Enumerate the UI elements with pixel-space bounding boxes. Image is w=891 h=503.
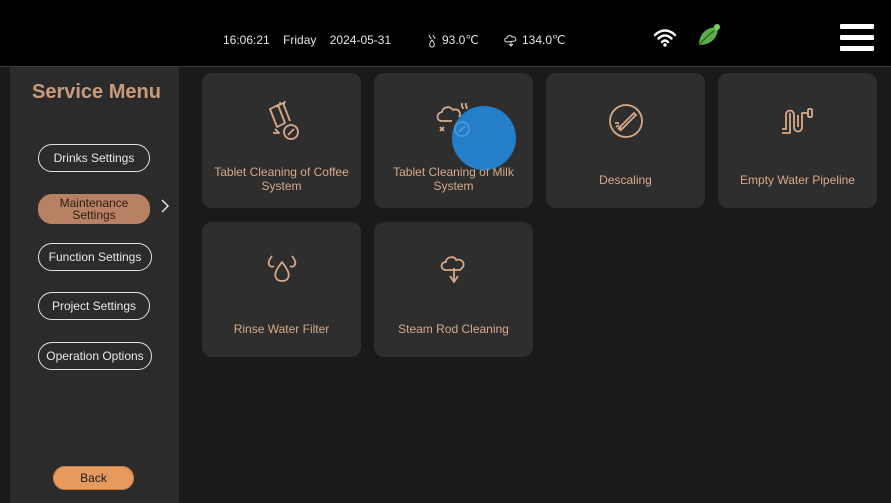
status-day: Friday: [283, 33, 317, 47]
tablet-cleaning-coffee-icon: [268, 100, 299, 140]
descaling-icon: [608, 104, 643, 138]
sidebar-item-label: Project Settings: [51, 299, 137, 313]
menu-bar-1: [840, 24, 874, 29]
status-temp-2: 134.0℃: [503, 30, 566, 50]
status-temp-1: 93.0℃: [425, 30, 479, 50]
pipeline-icon: [781, 108, 813, 134]
screen: 16:06:21 Friday 2024-05-31 93.0℃ 134.0℃: [0, 0, 891, 503]
touch-indicator: [452, 106, 516, 170]
tile-label: Tablet Cleaning of Milk System: [393, 165, 514, 193]
temp2-value: 134.0℃: [522, 33, 566, 47]
sidebar-item-maintenance-settings[interactable]: Maintenance Settings: [38, 194, 150, 224]
status-datetime: 16:06:21 Friday 2024-05-31: [223, 30, 391, 50]
menu-hamburger-icon[interactable]: [840, 24, 874, 54]
sidebar-item-project-settings[interactable]: Project Settings: [38, 292, 150, 320]
tile-label: Steam Rod Cleaning: [398, 322, 509, 336]
top-bar: 16:06:21 Friday 2024-05-31 93.0℃ 134.0℃: [0, 0, 891, 67]
sidebar-item-label: Drinks Settings: [53, 151, 135, 165]
tile-tablet-cleaning-coffee[interactable]: Tablet Cleaning of Coffee System: [202, 73, 361, 208]
menu-bar-3: [840, 46, 874, 51]
sidebar-item-operation-options[interactable]: Operation Options: [38, 342, 152, 370]
sidebar-item-label: Operation Options: [46, 349, 144, 363]
sidebar-title: Service Menu: [32, 81, 161, 103]
status-date: 2024-05-31: [329, 33, 392, 47]
sidebar-item-label: Function Settings: [48, 250, 142, 264]
tile-steam-rod-cleaning[interactable]: Steam Rod Cleaning: [374, 222, 533, 357]
tile-label: Descaling: [599, 173, 652, 187]
status-time: 16:06:21: [223, 33, 270, 47]
sidebar-item-function-settings[interactable]: Function Settings: [38, 243, 152, 271]
sidebar: Service Menu Drinks Settings Maintenance…: [10, 67, 179, 503]
tile-label: Tablet Cleaning of Coffee System: [214, 165, 349, 193]
steam-temp-icon: [504, 34, 517, 47]
menu-bar-2: [840, 35, 874, 40]
steam-rod-icon: [440, 256, 464, 283]
water-drops-icon: [267, 255, 296, 282]
wifi-icon: [653, 29, 677, 47]
back-button[interactable]: Back: [53, 466, 134, 490]
tile-label: Empty Water Pipeline: [740, 173, 855, 187]
tile-label: Rinse Water Filter: [233, 322, 330, 336]
sidebar-item-label: Maintenance Settings: [59, 196, 129, 222]
tile-empty-water-pipeline[interactable]: Empty Water Pipeline: [718, 73, 877, 208]
eco-leaf-icon: [698, 24, 720, 46]
back-button-label: Back: [80, 471, 107, 485]
chevron-right-icon: [160, 199, 170, 218]
temp1-value: 93.0℃: [442, 33, 479, 47]
coffee-temp-icon: [428, 34, 436, 48]
tile-descaling[interactable]: Descaling: [546, 73, 705, 208]
sidebar-item-drinks-settings[interactable]: Drinks Settings: [38, 144, 150, 172]
tile-rinse-water-filter[interactable]: Rinse Water Filter: [202, 222, 361, 357]
